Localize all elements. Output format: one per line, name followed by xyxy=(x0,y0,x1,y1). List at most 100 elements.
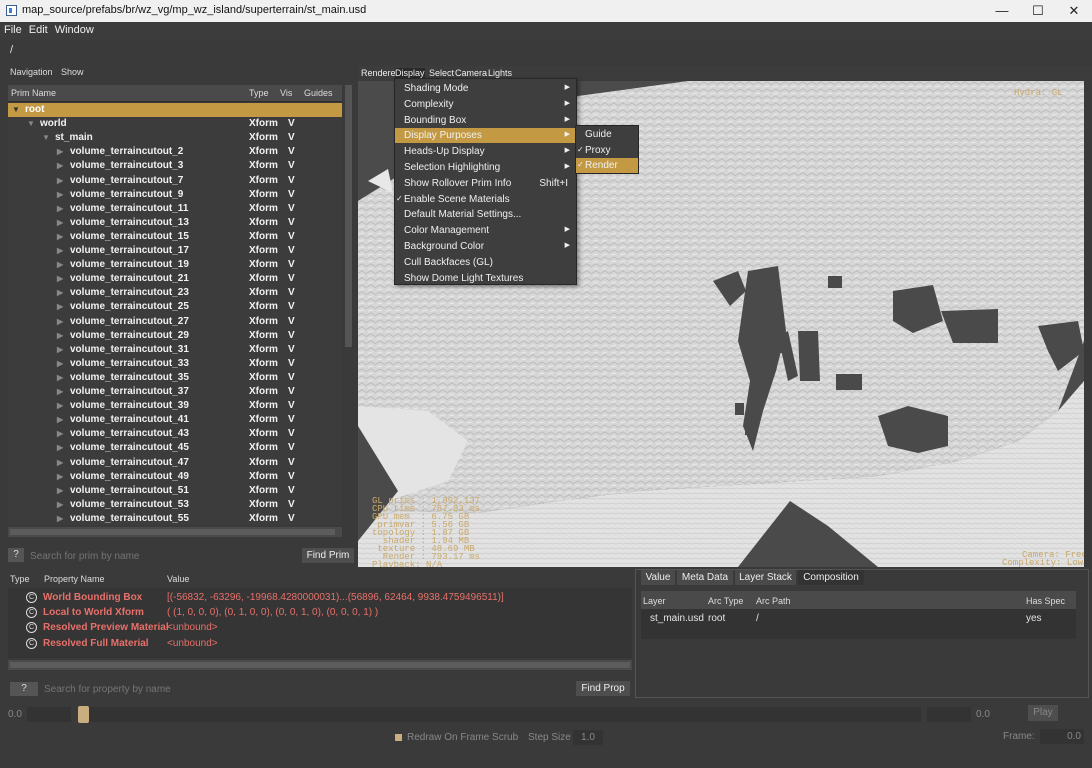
visibility-toggle[interactable]: V xyxy=(288,386,295,397)
menu-item[interactable]: Cull Backfaces (GL) xyxy=(395,255,576,270)
prim-row[interactable]: ▶ volume_terraincutout_15 Xform V xyxy=(8,230,342,244)
prim-name-column[interactable]: Prim Name xyxy=(11,88,56,98)
prim-row[interactable]: ▶ volume_terraincutout_49 Xform V xyxy=(8,470,342,484)
menu-item[interactable]: Complexity ▶ xyxy=(395,97,576,112)
submenu-item[interactable]: Guide xyxy=(576,127,638,142)
collapsed-arrow-icon[interactable]: ▶ xyxy=(57,401,63,410)
navigation-menu[interactable]: Navigation xyxy=(10,67,53,77)
collapsed-arrow-icon[interactable]: ▶ xyxy=(57,317,63,326)
tab-meta-data[interactable]: Meta Data xyxy=(677,570,733,585)
tab-value[interactable]: Value xyxy=(641,570,675,585)
collapsed-arrow-icon[interactable]: ▶ xyxy=(57,190,63,199)
expanded-arrow-icon[interactable]: ▼ xyxy=(12,105,20,114)
prim-row[interactable]: ▶ volume_terraincutout_27 Xform V xyxy=(8,315,342,329)
visibility-toggle[interactable]: V xyxy=(288,175,295,186)
arc-type-column[interactable]: Arc Type xyxy=(708,596,743,606)
prim-row[interactable]: ▶ volume_terraincutout_37 Xform V xyxy=(8,385,342,399)
visibility-toggle[interactable]: V xyxy=(288,513,295,524)
table-row[interactable]: st_main.usd root / yes xyxy=(641,611,1076,627)
visibility-toggle[interactable]: V xyxy=(288,118,295,129)
visibility-toggle[interactable]: V xyxy=(288,132,295,143)
prim-row[interactable]: ▶ volume_terraincutout_45 Xform V xyxy=(8,441,342,455)
prim-row[interactable]: ▶ volume_terraincutout_55 Xform V xyxy=(8,512,342,525)
scrollbar-thumb[interactable] xyxy=(10,662,630,668)
prim-row[interactable]: ▶ volume_terraincutout_41 Xform V xyxy=(8,413,342,427)
current-path[interactable]: / xyxy=(10,44,13,56)
menu-edit[interactable]: Edit xyxy=(25,22,51,36)
step-size-field[interactable]: 1.0 xyxy=(573,730,603,745)
collapsed-arrow-icon[interactable]: ▶ xyxy=(57,514,63,523)
visibility-toggle[interactable]: V xyxy=(288,344,295,355)
collapsed-arrow-icon[interactable]: ▶ xyxy=(57,288,63,297)
collapsed-arrow-icon[interactable]: ▶ xyxy=(57,500,63,509)
visibility-toggle[interactable]: V xyxy=(288,301,295,312)
visibility-toggle[interactable]: V xyxy=(288,372,295,383)
visibility-toggle[interactable]: V xyxy=(288,499,295,510)
prim-row[interactable]: ▶ volume_terraincutout_35 Xform V xyxy=(8,371,342,385)
visibility-toggle[interactable]: V xyxy=(288,259,295,270)
prim-row[interactable]: ▼ world Xform V xyxy=(8,117,342,131)
visibility-toggle[interactable]: V xyxy=(288,442,295,453)
visibility-toggle[interactable]: V xyxy=(288,160,295,171)
visibility-toggle[interactable]: V xyxy=(288,146,295,157)
property-search-input[interactable] xyxy=(41,682,571,696)
menu-item[interactable]: Color Management ▶ xyxy=(395,223,576,238)
prim-row[interactable]: ▶ volume_terraincutout_25 Xform V xyxy=(8,300,342,314)
renderer-menu[interactable]: Renderer xyxy=(361,68,399,78)
visibility-toggle[interactable]: V xyxy=(288,245,295,256)
collapsed-arrow-icon[interactable]: ▶ xyxy=(57,260,63,269)
prim-row[interactable]: ▶ volume_terraincutout_19 Xform V xyxy=(8,258,342,272)
collapsed-arrow-icon[interactable]: ▶ xyxy=(57,373,63,382)
prim-row[interactable]: ▶ volume_terraincutout_17 Xform V xyxy=(8,244,342,258)
visibility-toggle[interactable]: V xyxy=(288,217,295,228)
collapsed-arrow-icon[interactable]: ▶ xyxy=(57,458,63,467)
expanded-arrow-icon[interactable]: ▼ xyxy=(27,119,35,128)
property-search-help-button[interactable]: ? xyxy=(10,682,38,696)
prim-row[interactable]: ▶ volume_terraincutout_3 Xform V xyxy=(8,159,342,173)
property-horizontal-scrollbar[interactable] xyxy=(8,660,632,670)
property-row[interactable]: C Resolved Full Material <unbound> xyxy=(8,636,632,651)
visibility-toggle[interactable]: V xyxy=(288,358,295,369)
display-menu[interactable]: Display xyxy=(395,68,425,78)
minimize-button[interactable]: — xyxy=(984,0,1020,22)
type-column[interactable]: Type xyxy=(10,574,30,584)
collapsed-arrow-icon[interactable]: ▶ xyxy=(57,161,63,170)
prim-row[interactable]: ▶ volume_terraincutout_43 Xform V xyxy=(8,427,342,441)
menu-item[interactable]: Show Rollover Prim Info Shift+I xyxy=(395,176,576,191)
has-spec-column[interactable]: Has Spec xyxy=(1026,596,1065,606)
prim-row[interactable]: ▶ volume_terraincutout_31 Xform V xyxy=(8,343,342,357)
lights-menu[interactable]: Lights xyxy=(488,68,512,78)
menu-item[interactable]: Bounding Box ▶ xyxy=(395,113,576,128)
visibility-toggle[interactable]: V xyxy=(288,287,295,298)
timeline-slider-handle[interactable] xyxy=(78,706,89,723)
submenu-item[interactable]: Render ✓ xyxy=(576,158,638,173)
prim-tree-horizontal-scrollbar[interactable] xyxy=(8,527,342,537)
collapsed-arrow-icon[interactable]: ▶ xyxy=(57,302,63,311)
tab-composition[interactable]: Composition xyxy=(798,570,864,585)
menu-item[interactable]: Enable Scene Materials ✓ xyxy=(395,192,576,207)
collapsed-arrow-icon[interactable]: ▶ xyxy=(57,232,63,241)
collapsed-arrow-icon[interactable]: ▶ xyxy=(57,486,63,495)
collapsed-arrow-icon[interactable]: ▶ xyxy=(57,331,63,340)
visibility-toggle[interactable]: V xyxy=(288,471,295,482)
close-button[interactable]: ✕ xyxy=(1056,0,1092,22)
collapsed-arrow-icon[interactable]: ▶ xyxy=(57,274,63,283)
collapsed-arrow-icon[interactable]: ▶ xyxy=(57,429,63,438)
prim-row[interactable]: ▶ volume_terraincutout_51 Xform V xyxy=(8,484,342,498)
prim-row[interactable]: ▶ volume_terraincutout_7 Xform V xyxy=(8,174,342,188)
prim-search-input[interactable] xyxy=(27,549,297,563)
collapsed-arrow-icon[interactable]: ▶ xyxy=(57,176,63,185)
collapsed-arrow-icon[interactable]: ▶ xyxy=(57,415,63,424)
prim-row[interactable]: ▶ volume_terraincutout_11 Xform V xyxy=(8,202,342,216)
frame-field[interactable]: 0.0 xyxy=(1040,729,1084,744)
menu-item[interactable]: Display Purposes ▶ xyxy=(395,128,576,144)
property-row[interactable]: C Resolved Preview Material <unbound> xyxy=(8,620,632,635)
value-column[interactable]: Value xyxy=(167,574,189,584)
menu-item[interactable]: Selection Highlighting ▶ xyxy=(395,160,576,175)
menu-file[interactable]: File xyxy=(0,22,25,36)
collapsed-arrow-icon[interactable]: ▶ xyxy=(57,387,63,396)
scrollbar-thumb[interactable] xyxy=(10,529,335,535)
collapsed-arrow-icon[interactable]: ▶ xyxy=(57,218,63,227)
prim-row[interactable]: ▶ volume_terraincutout_29 Xform V xyxy=(8,329,342,343)
menu-item[interactable]: Heads-Up Display ▶ xyxy=(395,144,576,159)
